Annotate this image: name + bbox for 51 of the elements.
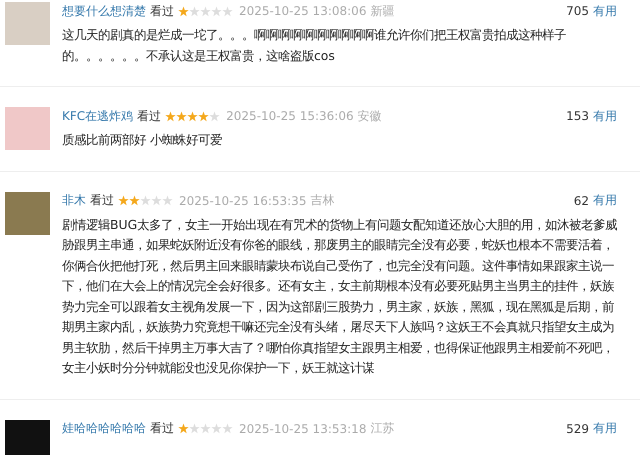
watch-status: 看过 xyxy=(150,420,174,437)
review-time: 2025-10-25 15:36:06 xyxy=(226,109,354,123)
vote-count: 705 xyxy=(566,4,589,18)
review-time: 2025-10-25 16:53:35 xyxy=(179,194,306,208)
star-icon xyxy=(187,110,198,122)
user-name-link[interactable]: 非木 xyxy=(62,192,86,209)
review-text: 这几天的剧真的是烂成一坨了。。。啊啊啊啊啊啊啊啊啊啊谁允许你们把王权富贵拍成这种样子的。。。。。。不承认这是王权富贵，这啥盗版cos xyxy=(62,26,567,64)
watch-status: 看过 xyxy=(137,108,162,124)
vote-count: 153 xyxy=(566,109,589,123)
star-icon xyxy=(211,6,222,16)
review-time: 2025-10-25 13:53:18 xyxy=(239,422,366,436)
avatar-photo xyxy=(5,420,50,455)
vote-count: 529 xyxy=(566,422,589,436)
avatar-photo xyxy=(5,107,50,150)
star-icon xyxy=(129,195,140,206)
star-icon xyxy=(151,195,162,206)
avatar-photo xyxy=(5,192,50,234)
star-icon xyxy=(198,110,210,122)
review-location: 吉林 xyxy=(310,192,334,209)
watch-status: 看过 xyxy=(150,2,174,20)
vote-count: 62 xyxy=(574,194,589,208)
review-text: 质感比前两部好 小蜘蛛好可爱 xyxy=(62,131,223,149)
useful-link[interactable]: 有用 xyxy=(593,2,617,20)
avatar-photo xyxy=(5,2,50,45)
review-location: 安徽 xyxy=(358,108,382,124)
star-icon xyxy=(200,6,211,16)
useful-link[interactable]: 有用 xyxy=(593,192,617,209)
star-icon xyxy=(222,6,233,16)
user-name-link[interactable]: 娃哈哈哈哈哈哈 xyxy=(62,420,146,437)
user-name-link[interactable]: KFC在逃炸鸡 xyxy=(62,108,134,124)
star-icon xyxy=(162,195,173,206)
star-icon xyxy=(189,6,200,16)
review-location: 新疆 xyxy=(370,2,394,20)
star-icon xyxy=(118,195,129,206)
star-icon xyxy=(189,423,200,434)
useful-link[interactable]: 有用 xyxy=(593,108,617,124)
star-icon xyxy=(200,423,211,434)
user-name-link[interactable]: 想要什么想清楚 xyxy=(62,2,146,20)
star-icon xyxy=(140,195,151,206)
star-icon xyxy=(165,110,176,122)
review-time: 2025-10-25 13:08:06 xyxy=(239,4,366,18)
review-text: 剧情逻辑BUG太多了，女主一开始出现在有咒术的货物上有问题女配知道还放心大胆的用，如沐被老爹威胁跟男主串通，如果蛇妖附近没有你爸的眼线，那废男主的眼睛完全没有必要，蛇妖也根本不需要活着，你俩合伙把他打死，然后男主回来眼睛蒙块布说自己受伤了，也完全没有问题。这件事情如果跟家主说一下，他们在大会上的情况完全会好很多。还有女主，女主前期根本没有必要死贴男主当男主的挂件，妖族势力完全可以跟着女主视角发展一下，因为这部剧三股势力，男主家，妖族，黑狐，现在黑狐是后期，前期男主家内乱，妖族势力究竟想干嘛还完全没有头绪，屠尽天下人族吗？这妖王不会真就只指望女主成为男主软肋，然后干掉男主万事大吉了？哪怕你真指望女主跟男主相爱，也得保证他跟男主相爱前不死吧，女主小妖时分分钟就能没也没见你保护一下，妖王就这计谋 xyxy=(62,216,618,377)
star-icon xyxy=(211,423,222,434)
star-icon xyxy=(176,110,188,122)
star-icon xyxy=(222,423,233,434)
watch-status: 看过 xyxy=(90,192,114,209)
star-icon xyxy=(209,110,220,122)
star-icon xyxy=(178,423,189,434)
star-icon xyxy=(178,6,189,16)
useful-link[interactable]: 有用 xyxy=(593,420,617,437)
review-location: 江苏 xyxy=(370,420,394,437)
